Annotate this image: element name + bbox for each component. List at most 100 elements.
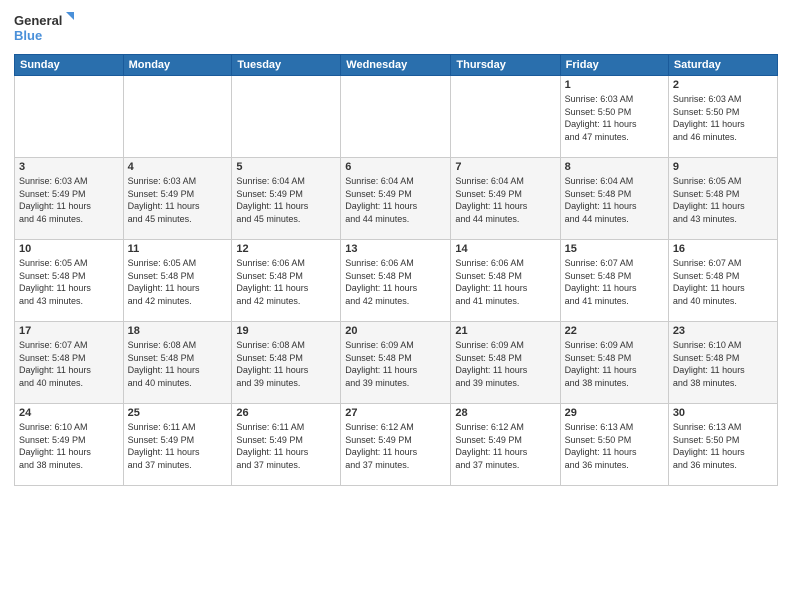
day-number: 4 (128, 161, 228, 173)
day-number: 10 (19, 243, 119, 255)
day-info: Sunrise: 6:06 AM Sunset: 5:48 PM Dayligh… (236, 257, 336, 307)
calendar-cell: 16Sunrise: 6:07 AM Sunset: 5:48 PM Dayli… (668, 240, 777, 322)
day-info: Sunrise: 6:12 AM Sunset: 5:49 PM Dayligh… (455, 421, 555, 471)
day-number: 29 (565, 407, 664, 419)
calendar-cell (123, 76, 232, 158)
calendar-cell (451, 76, 560, 158)
calendar-cell: 14Sunrise: 6:06 AM Sunset: 5:48 PM Dayli… (451, 240, 560, 322)
day-info: Sunrise: 6:11 AM Sunset: 5:49 PM Dayligh… (128, 421, 228, 471)
week-row-1: 1Sunrise: 6:03 AM Sunset: 5:50 PM Daylig… (15, 76, 778, 158)
calendar-cell: 23Sunrise: 6:10 AM Sunset: 5:48 PM Dayli… (668, 322, 777, 404)
week-row-4: 17 Sunrise: 6:07 AM Sunset: 5:48 PM Dayli… (15, 322, 778, 404)
day-number: 22 (565, 325, 664, 337)
day-info: Sunrise: 6:04 AM Sunset: 5:49 PM Dayligh… (236, 175, 336, 225)
day-number: 20 (345, 325, 446, 337)
logo: General Blue (14, 10, 74, 46)
calendar-cell: 25 Sunrise: 6:11 AM Sunset: 5:49 PM Dayli… (123, 404, 232, 486)
calendar-cell: 26 Sunrise: 6:11 AM Sunset: 5:49 PM Dayli… (232, 404, 341, 486)
day-number: 9 (673, 161, 773, 173)
calendar-cell: 1Sunrise: 6:03 AM Sunset: 5:50 PM Daylig… (560, 76, 668, 158)
calendar-cell: 17 Sunrise: 6:07 AM Sunset: 5:48 PM Dayli… (15, 322, 124, 404)
calendar-cell (232, 76, 341, 158)
day-number: 11 (128, 243, 228, 255)
calendar-cell: 19 Sunrise: 6:08 AM Sunset: 5:48 PM Dayli… (232, 322, 341, 404)
day-info: Sunrise: 6:03 AM Sunset: 5:50 PM Dayligh… (565, 93, 664, 143)
weekday-header-wednesday: Wednesday (341, 55, 451, 76)
day-number: 24 (19, 407, 119, 419)
svg-text:General: General (14, 13, 62, 28)
day-info: Sunrise: 6:04 AM Sunset: 5:49 PM Dayligh… (345, 175, 446, 225)
weekday-header-row: SundayMondayTuesdayWednesdayThursdayFrid… (15, 55, 778, 76)
day-info: Sunrise: 6:09 AM Sunset: 5:48 PM Dayligh… (345, 339, 446, 389)
calendar-cell: 18Sunrise: 6:08 AM Sunset: 5:48 PM Dayli… (123, 322, 232, 404)
day-info: Sunrise: 6:08 AM Sunset: 5:48 PM Dayligh… (128, 339, 228, 389)
calendar-cell: 12 Sunrise: 6:06 AM Sunset: 5:48 PM Dayli… (232, 240, 341, 322)
calendar-cell: 21 Sunrise: 6:09 AM Sunset: 5:48 PM Dayli… (451, 322, 560, 404)
day-number: 21 (455, 325, 555, 337)
day-number: 5 (236, 161, 336, 173)
calendar-cell: 5 Sunrise: 6:04 AM Sunset: 5:49 PM Daylig… (232, 158, 341, 240)
calendar-page: General Blue SundayMondayTuesdayWednesda… (0, 0, 792, 612)
day-number: 15 (565, 243, 664, 255)
calendar-cell: 3Sunrise: 6:03 AM Sunset: 5:49 PM Daylig… (15, 158, 124, 240)
weekday-header-friday: Friday (560, 55, 668, 76)
calendar-cell (341, 76, 451, 158)
day-number: 2 (673, 79, 773, 91)
day-info: Sunrise: 6:03 AM Sunset: 5:50 PM Dayligh… (673, 93, 773, 143)
day-info: Sunrise: 6:04 AM Sunset: 5:49 PM Dayligh… (455, 175, 555, 225)
calendar-cell: 20 Sunrise: 6:09 AM Sunset: 5:48 PM Dayli… (341, 322, 451, 404)
day-number: 17 (19, 325, 119, 337)
calendar-table: SundayMondayTuesdayWednesdayThursdayFrid… (14, 54, 778, 486)
day-info: Sunrise: 6:12 AM Sunset: 5:49 PM Dayligh… (345, 421, 446, 471)
calendar-cell: 9 Sunrise: 6:05 AM Sunset: 5:48 PM Daylig… (668, 158, 777, 240)
week-row-3: 10 Sunrise: 6:05 AM Sunset: 5:48 PM Dayli… (15, 240, 778, 322)
day-number: 6 (345, 161, 446, 173)
weekday-header-saturday: Saturday (668, 55, 777, 76)
day-info: Sunrise: 6:08 AM Sunset: 5:48 PM Dayligh… (236, 339, 336, 389)
day-number: 12 (236, 243, 336, 255)
week-row-5: 24 Sunrise: 6:10 AM Sunset: 5:49 PM Dayli… (15, 404, 778, 486)
header: General Blue (14, 10, 778, 46)
calendar-cell: 29 Sunrise: 6:13 AM Sunset: 5:50 PM Dayli… (560, 404, 668, 486)
day-number: 13 (345, 243, 446, 255)
calendar-cell: 13 Sunrise: 6:06 AM Sunset: 5:48 PM Dayli… (341, 240, 451, 322)
day-number: 19 (236, 325, 336, 337)
calendar-cell: 2 Sunrise: 6:03 AM Sunset: 5:50 PM Daylig… (668, 76, 777, 158)
day-info: Sunrise: 6:09 AM Sunset: 5:48 PM Dayligh… (455, 339, 555, 389)
logo-svg: General Blue (14, 10, 74, 46)
day-number: 27 (345, 407, 446, 419)
day-info: Sunrise: 6:03 AM Sunset: 5:49 PM Dayligh… (19, 175, 119, 225)
day-info: Sunrise: 6:06 AM Sunset: 5:48 PM Dayligh… (345, 257, 446, 307)
weekday-header-sunday: Sunday (15, 55, 124, 76)
week-row-2: 3Sunrise: 6:03 AM Sunset: 5:49 PM Daylig… (15, 158, 778, 240)
day-number: 28 (455, 407, 555, 419)
day-info: Sunrise: 6:06 AM Sunset: 5:48 PM Dayligh… (455, 257, 555, 307)
day-number: 25 (128, 407, 228, 419)
day-info: Sunrise: 6:13 AM Sunset: 5:50 PM Dayligh… (565, 421, 664, 471)
calendar-cell: 4 Sunrise: 6:03 AM Sunset: 5:49 PM Daylig… (123, 158, 232, 240)
weekday-header-monday: Monday (123, 55, 232, 76)
day-info: Sunrise: 6:13 AM Sunset: 5:50 PM Dayligh… (673, 421, 773, 471)
calendar-cell: 10 Sunrise: 6:05 AM Sunset: 5:48 PM Dayli… (15, 240, 124, 322)
weekday-header-thursday: Thursday (451, 55, 560, 76)
day-info: Sunrise: 6:05 AM Sunset: 5:48 PM Dayligh… (19, 257, 119, 307)
day-info: Sunrise: 6:09 AM Sunset: 5:48 PM Dayligh… (565, 339, 664, 389)
day-number: 7 (455, 161, 555, 173)
day-info: Sunrise: 6:05 AM Sunset: 5:48 PM Dayligh… (128, 257, 228, 307)
calendar-cell: 7 Sunrise: 6:04 AM Sunset: 5:49 PM Daylig… (451, 158, 560, 240)
day-info: Sunrise: 6:07 AM Sunset: 5:48 PM Dayligh… (673, 257, 773, 307)
day-info: Sunrise: 6:03 AM Sunset: 5:49 PM Dayligh… (128, 175, 228, 225)
calendar-cell: 30 Sunrise: 6:13 AM Sunset: 5:50 PM Dayli… (668, 404, 777, 486)
calendar-cell (15, 76, 124, 158)
day-number: 23 (673, 325, 773, 337)
day-info: Sunrise: 6:11 AM Sunset: 5:49 PM Dayligh… (236, 421, 336, 471)
day-info: Sunrise: 6:04 AM Sunset: 5:48 PM Dayligh… (565, 175, 664, 225)
day-info: Sunrise: 6:10 AM Sunset: 5:49 PM Dayligh… (19, 421, 119, 471)
day-number: 30 (673, 407, 773, 419)
calendar-cell: 11 Sunrise: 6:05 AM Sunset: 5:48 PM Dayli… (123, 240, 232, 322)
day-info: Sunrise: 6:05 AM Sunset: 5:48 PM Dayligh… (673, 175, 773, 225)
day-number: 26 (236, 407, 336, 419)
calendar-cell: 28 Sunrise: 6:12 AM Sunset: 5:49 PM Dayli… (451, 404, 560, 486)
calendar-cell: 22 Sunrise: 6:09 AM Sunset: 5:48 PM Dayli… (560, 322, 668, 404)
day-info: Sunrise: 6:07 AM Sunset: 5:48 PM Dayligh… (19, 339, 119, 389)
